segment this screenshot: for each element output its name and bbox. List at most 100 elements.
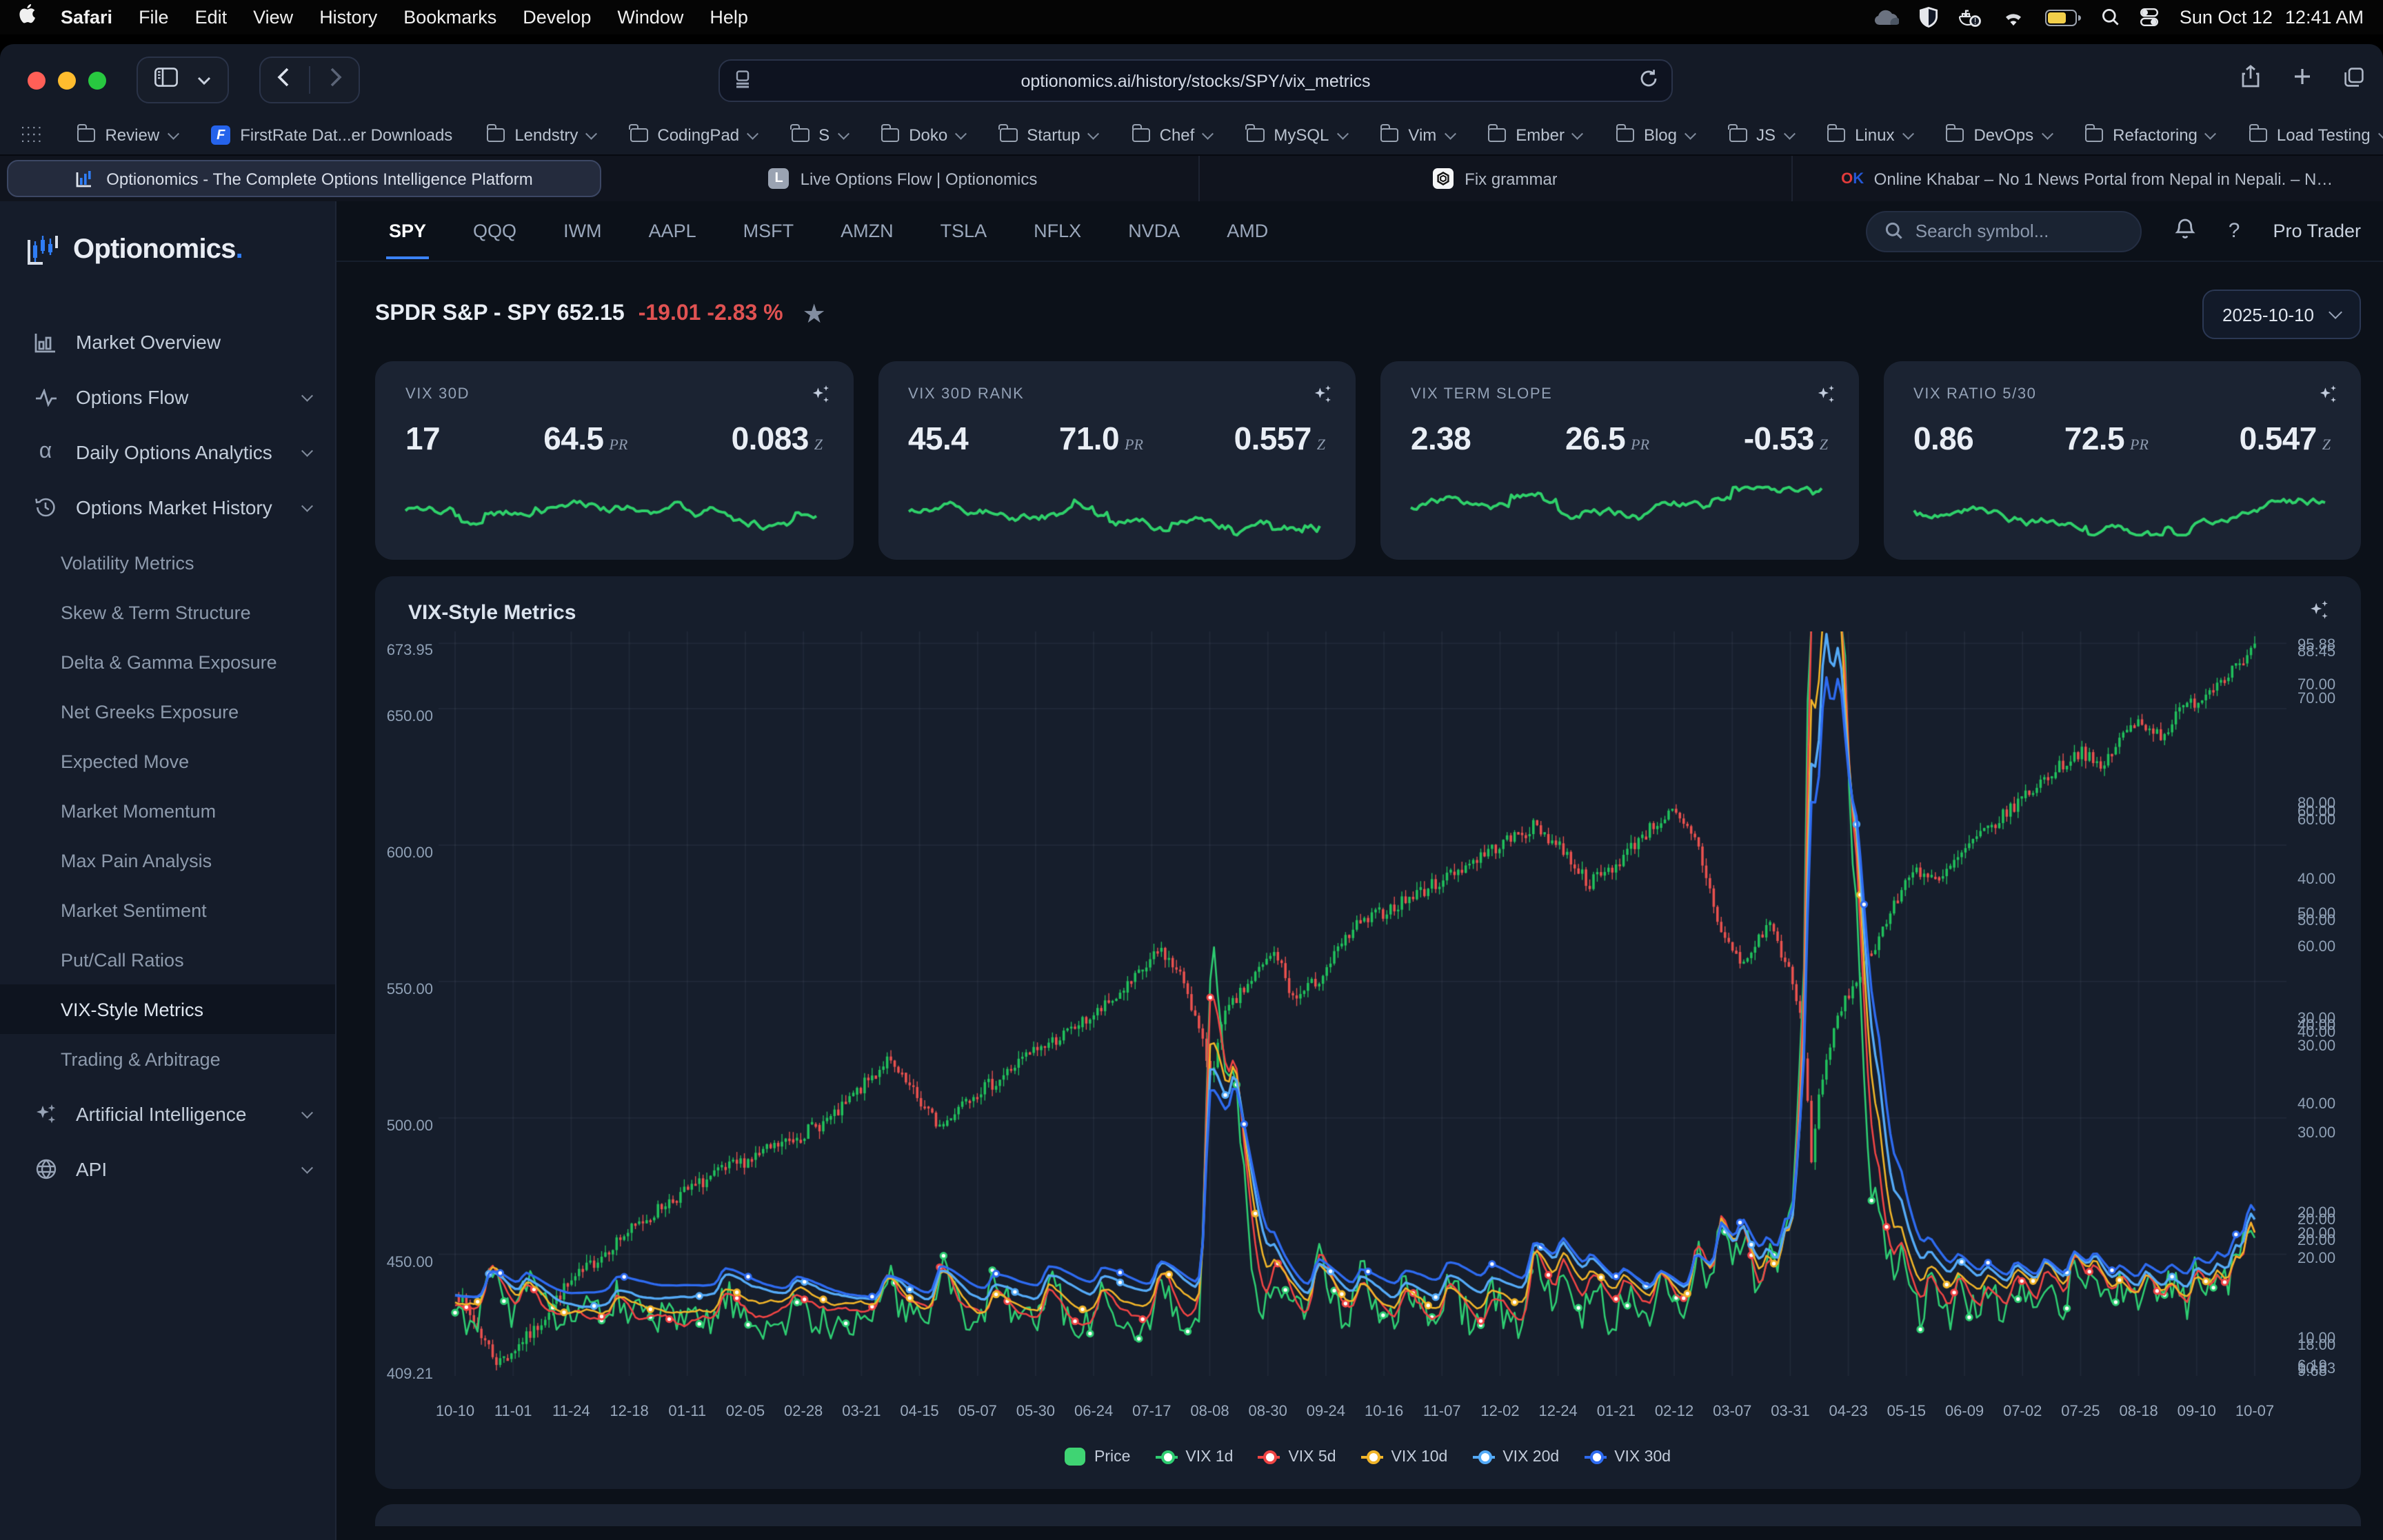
legend-item[interactable]: VIX 5d: [1258, 1448, 1336, 1465]
legend-item[interactable]: VIX 1d: [1155, 1448, 1233, 1465]
sidebar-item-market-overview[interactable]: Market Overview: [0, 314, 335, 369]
symbol-tab[interactable]: NVDA: [1125, 203, 1183, 259]
bookmark-item[interactable]: F MySQL: [1246, 125, 1346, 145]
legend-item[interactable]: VIX 30d: [1584, 1448, 1671, 1465]
symbol-tab[interactable]: QQQ: [470, 203, 519, 259]
zoom-window-button[interactable]: [88, 71, 106, 89]
sidebar-item-daily-options-analytics[interactable]: α Daily Options Analytics: [0, 425, 335, 480]
bookmark-item[interactable]: F Review: [77, 125, 177, 145]
optionomics-logo[interactable]: Optionomics.: [0, 221, 335, 278]
symbol-tab[interactable]: MSFT: [741, 203, 797, 259]
date-select[interactable]: 2025-10-10: [2202, 290, 2361, 339]
menu-item[interactable]: Help: [710, 7, 748, 28]
bookmark-item[interactable]: F Refactoring: [2085, 125, 2215, 145]
share-icon[interactable]: [2241, 65, 2260, 95]
help-icon[interactable]: ?: [2229, 219, 2240, 243]
sidebar-subitem[interactable]: Expected Move: [0, 736, 335, 786]
ai-sparkles-icon[interactable]: [1814, 383, 1836, 412]
price-vix-chart[interactable]: [439, 631, 2286, 1376]
plan-badge[interactable]: Pro Trader: [2273, 221, 2361, 241]
control-center-icon[interactable]: [2141, 8, 2159, 26]
apple-menu-icon[interactable]: [19, 4, 39, 30]
symbol-tab[interactable]: TSLA: [938, 203, 990, 259]
bookmark-item[interactable]: F Blog: [1616, 125, 1694, 145]
sidebar-item-api[interactable]: API: [0, 1142, 335, 1197]
sidebar-item-artificial-intelligence[interactable]: Artificial Intelligence: [0, 1086, 335, 1142]
tab-overview-icon[interactable]: [2344, 67, 2364, 93]
active-app-name[interactable]: Safari: [61, 7, 112, 28]
symbol-tab[interactable]: NFLX: [1031, 203, 1084, 259]
menu-item[interactable]: Develop: [523, 7, 591, 28]
tab-live-options-flow[interactable]: L Live Options Flow | Optionomics: [607, 156, 1200, 201]
bookmark-item[interactable]: F FirstRate Dat...er Downloads: [211, 125, 452, 145]
spotlight-icon[interactable]: [2102, 8, 2120, 26]
menu-bar-clock[interactable]: Sun Oct 1212:41 AM: [2180, 7, 2364, 28]
menu-item[interactable]: File: [139, 7, 169, 28]
legend-item[interactable]: VIX 20d: [1472, 1448, 1559, 1465]
sidebar-toggle-icon[interactable]: [154, 67, 178, 93]
sidebar-subitem[interactable]: Delta & Gamma Exposure: [0, 637, 335, 687]
bookmark-item[interactable]: F Load Testing: [2249, 125, 2383, 145]
sidebar-subitem[interactable]: Trading & Arbitrage: [0, 1034, 335, 1084]
menu-item[interactable]: Bookmarks: [403, 7, 496, 28]
notifications-bell-icon[interactable]: [2175, 218, 2195, 244]
symbol-tab[interactable]: AMD: [1224, 203, 1271, 259]
sidebar-chevron-icon[interactable]: [197, 68, 211, 92]
shield-icon[interactable]: [1920, 7, 1938, 28]
menu-item[interactable]: View: [253, 7, 293, 28]
bookmark-item[interactable]: F Chef: [1132, 125, 1212, 145]
ai-sparkles-icon[interactable]: [2307, 598, 2331, 629]
bookmark-item[interactable]: F Vim: [1380, 125, 1454, 145]
symbol-tab[interactable]: AMZN: [838, 203, 896, 259]
sidebar-subitem[interactable]: Market Sentiment: [0, 885, 335, 935]
sidebar-subitem[interactable]: Put/Call Ratios: [0, 935, 335, 984]
symbol-tab[interactable]: AAPL: [646, 203, 699, 259]
legend-item[interactable]: Price: [1065, 1448, 1130, 1466]
docker-status-icon[interactable]: !: [1959, 8, 1982, 27]
back-button[interactable]: [277, 67, 290, 93]
ai-sparkles-icon[interactable]: [2317, 383, 2339, 412]
sidebar-item-options-flow[interactable]: Options Flow: [0, 369, 335, 425]
menu-item[interactable]: Window: [617, 7, 683, 28]
legend-item[interactable]: VIX 10d: [1361, 1448, 1448, 1465]
reload-icon[interactable]: [1640, 69, 1658, 92]
bookmark-item[interactable]: F Linux: [1827, 125, 1911, 145]
ai-sparkles-icon[interactable]: [1311, 383, 1334, 412]
bookmark-item[interactable]: F S: [791, 125, 847, 145]
tab-fix-grammar[interactable]: Fix grammar: [1200, 156, 1792, 201]
symbol-tab[interactable]: IWM: [561, 203, 605, 259]
favorite-star-icon[interactable]: ★: [803, 298, 826, 330]
search-input[interactable]: Search symbol...: [1866, 210, 2142, 252]
bookmark-item[interactable]: F DevOps: [1946, 125, 2051, 145]
right-axis-label: 50.00: [2297, 913, 2372, 929]
cloud-status-icon[interactable]: [1873, 9, 1900, 26]
symbol-tab[interactable]: SPY: [386, 203, 429, 259]
bookmark-item[interactable]: F Doko: [881, 125, 965, 145]
sidebar-subitem[interactable]: Market Momentum: [0, 786, 335, 835]
menu-item[interactable]: History: [319, 7, 377, 28]
sidebar-subitem[interactable]: Net Greeks Exposure: [0, 687, 335, 736]
battery-icon[interactable]: [2046, 9, 2082, 26]
sidebar-item-options-market-history[interactable]: Options Market History: [0, 480, 335, 535]
forward-button[interactable]: [330, 67, 342, 93]
page-settings-icon[interactable]: [734, 70, 752, 92]
bookmark-item[interactable]: F Lendstry: [487, 125, 595, 145]
bookmark-item[interactable]: F JS: [1729, 125, 1793, 145]
close-window-button[interactable]: [28, 71, 46, 89]
bookmark-item[interactable]: F Ember: [1488, 125, 1582, 145]
favorites-grid-icon[interactable]: ::::::::: [21, 128, 43, 142]
sidebar-subitem[interactable]: VIX-Style Metrics: [0, 984, 335, 1034]
tab-optionomics[interactable]: Optionomics - The Complete Options Intel…: [7, 160, 601, 197]
ai-sparkles-icon[interactable]: [809, 383, 831, 412]
sidebar-subitem[interactable]: Max Pain Analysis: [0, 835, 335, 885]
tab-online-khabar[interactable]: OK Online Khabar – No 1 News Portal from…: [1792, 156, 2383, 201]
new-tab-icon[interactable]: [2293, 68, 2311, 92]
bookmark-item[interactable]: F Startup: [999, 125, 1097, 145]
url-field[interactable]: optionomics.ai/history/stocks/SPY/vix_me…: [718, 59, 1673, 102]
wifi-icon[interactable]: [2003, 9, 2025, 26]
bookmark-item[interactable]: F CodingPad: [630, 125, 756, 145]
sidebar-subitem[interactable]: Volatility Metrics: [0, 538, 335, 587]
minimize-window-button[interactable]: [58, 71, 76, 89]
sidebar-subitem[interactable]: Skew & Term Structure: [0, 587, 335, 637]
menu-item[interactable]: Edit: [195, 7, 228, 28]
